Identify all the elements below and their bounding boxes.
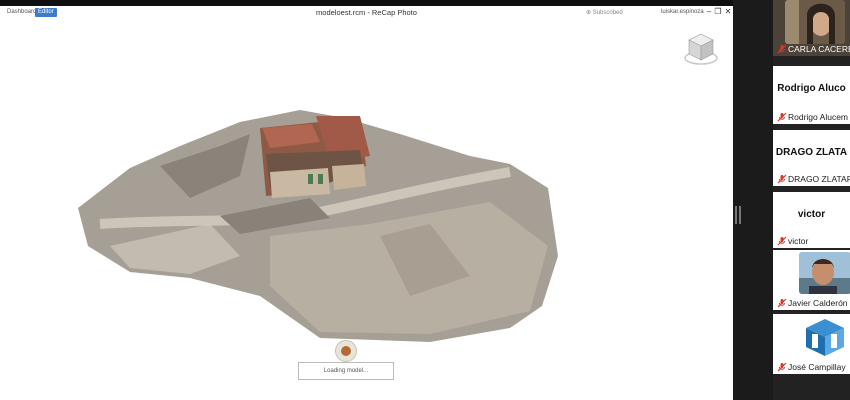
participant-name: DRAGO ZLATAR_ bbox=[788, 174, 850, 184]
viewer-header: Dashboard Editor modeloest.rcm - ReCap P… bbox=[0, 6, 733, 20]
muted-mic-icon bbox=[777, 174, 787, 184]
close-icon[interactable]: ✕ bbox=[724, 8, 732, 16]
globe-icon: ⊕ bbox=[586, 10, 592, 16]
resize-handle-line bbox=[739, 206, 741, 224]
participants-panel: CARLA CACERES Rodrigo Aluco Rodrigo Aluc… bbox=[773, 0, 850, 400]
video-feed bbox=[799, 252, 850, 294]
participant-name: CARLA CACERES bbox=[788, 44, 850, 54]
participant-name: Javier Calderón bbox=[788, 298, 848, 308]
loading-status: Loading model... bbox=[298, 362, 394, 380]
recap-viewer: Dashboard Editor modeloest.rcm - ReCap P… bbox=[0, 6, 733, 400]
muted-mic-icon bbox=[777, 44, 787, 54]
participant-tile[interactable]: Javier Calderón bbox=[773, 250, 850, 310]
viewcube-icon[interactable] bbox=[683, 30, 719, 66]
participant-name: victor bbox=[788, 236, 809, 246]
video-feed bbox=[785, 0, 845, 44]
minimize-icon[interactable]: – bbox=[705, 8, 713, 16]
muted-mic-icon bbox=[777, 236, 787, 246]
participant-display-name: victor bbox=[797, 209, 826, 220]
subscribed-status: ⊕ Subscribed bbox=[586, 10, 623, 16]
participant-name: José Campillay bbox=[788, 362, 846, 372]
window-title: modeloest.rcm - ReCap Photo bbox=[316, 8, 417, 17]
muted-mic-icon bbox=[777, 362, 787, 372]
participant-tile[interactable]: José Campillay bbox=[773, 314, 850, 374]
resize-handle[interactable] bbox=[735, 206, 737, 224]
participant-tile[interactable]: victor victor bbox=[773, 192, 850, 248]
participant-tile[interactable]: Rodrigo Aluco Rodrigo Alucem bbox=[773, 66, 850, 124]
participant-tile[interactable]: DRAGO ZLATA DRAGO ZLATAR_ bbox=[773, 130, 850, 186]
participant-display-name: DRAGO ZLATA bbox=[775, 147, 848, 158]
restore-icon[interactable]: ❐ bbox=[714, 8, 722, 16]
participant-display-name: Rodrigo Aluco bbox=[777, 83, 846, 94]
participant-tile[interactable]: CARLA CACERES bbox=[773, 0, 850, 56]
muted-mic-icon bbox=[777, 298, 787, 308]
user-name[interactable]: luiskar.espinoza bbox=[661, 9, 704, 15]
muted-mic-icon bbox=[777, 112, 787, 122]
participant-name: Rodrigo Alucem bbox=[788, 112, 849, 122]
3d-terrain-model[interactable] bbox=[70, 106, 570, 346]
recap-loader-icon bbox=[335, 340, 357, 362]
cube-logo-icon bbox=[799, 316, 850, 358]
panel-divider bbox=[733, 0, 773, 400]
